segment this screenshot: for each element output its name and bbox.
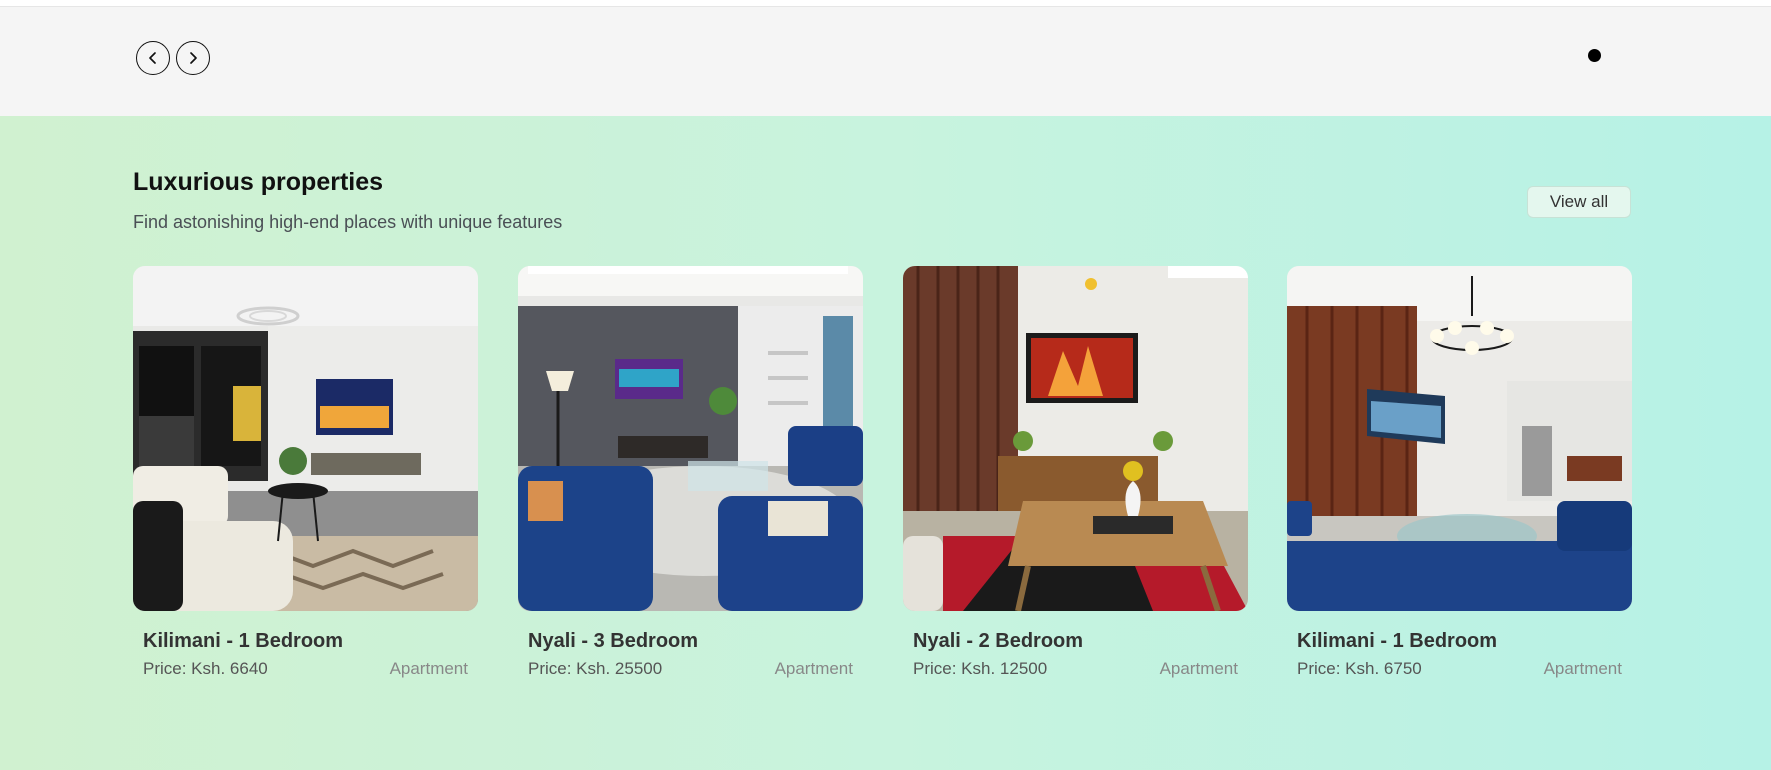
property-card[interactable]: Kilimani - 1 Bedroom Price: Ksh. 6640 Ap… [133, 266, 478, 679]
property-meta: Price: Ksh. 25500 Apartment [518, 659, 863, 679]
property-name[interactable]: Nyali - 2 Bedroom [913, 630, 1248, 653]
property-price: Price: Ksh. 25500 [528, 659, 663, 678]
property-price: Price: Ksh. 12500 [913, 659, 1048, 678]
property-meta: Price: Ksh. 6750 Apartment [1287, 659, 1632, 679]
property-name[interactable]: Nyali - 3 Bedroom [528, 630, 863, 653]
property-photo[interactable] [1287, 266, 1632, 611]
chevron-left-icon [149, 52, 156, 64]
property-type: Apartment [774, 659, 853, 678]
property-type: Apartment [389, 659, 468, 678]
property-type: Apartment [1543, 659, 1622, 678]
carousel-next-button[interactable] [176, 41, 210, 75]
property-photo[interactable] [133, 266, 478, 611]
view-all-button[interactable]: View all [1527, 186, 1631, 218]
property-card[interactable]: Kilimani - 1 Bedroom Price: Ksh. 6750 Ap… [1287, 266, 1632, 679]
section-title: Luxurious properties [133, 168, 384, 196]
property-photo[interactable] [903, 266, 1248, 611]
property-price: Price: Ksh. 6640 [143, 659, 268, 678]
chevron-right-icon [190, 52, 197, 64]
property-name[interactable]: Kilimani - 1 Bedroom [143, 630, 478, 653]
luxurious-properties-section: Luxurious properties Find astonishing hi… [0, 116, 1771, 770]
property-card[interactable]: Nyali - 2 Bedroom Price: Ksh. 12500 Apar… [903, 266, 1248, 679]
property-meta: Price: Ksh. 6640 Apartment [133, 659, 478, 679]
top-divider [0, 0, 1771, 7]
property-name[interactable]: Kilimani - 1 Bedroom [1297, 630, 1632, 653]
property-price: Price: Ksh. 6750 [1297, 659, 1422, 678]
carousel-prev-button[interactable] [136, 41, 170, 75]
pagination-dot[interactable] [1588, 49, 1601, 62]
section-subtitle: Find astonishing high-end places with un… [133, 212, 563, 232]
property-type: Apartment [1159, 659, 1238, 678]
property-card[interactable]: Nyali - 3 Bedroom Price: Ksh. 25500 Apar… [518, 266, 863, 679]
carousel-controls [0, 7, 1771, 116]
property-photo[interactable] [518, 266, 863, 611]
property-meta: Price: Ksh. 12500 Apartment [903, 659, 1248, 679]
